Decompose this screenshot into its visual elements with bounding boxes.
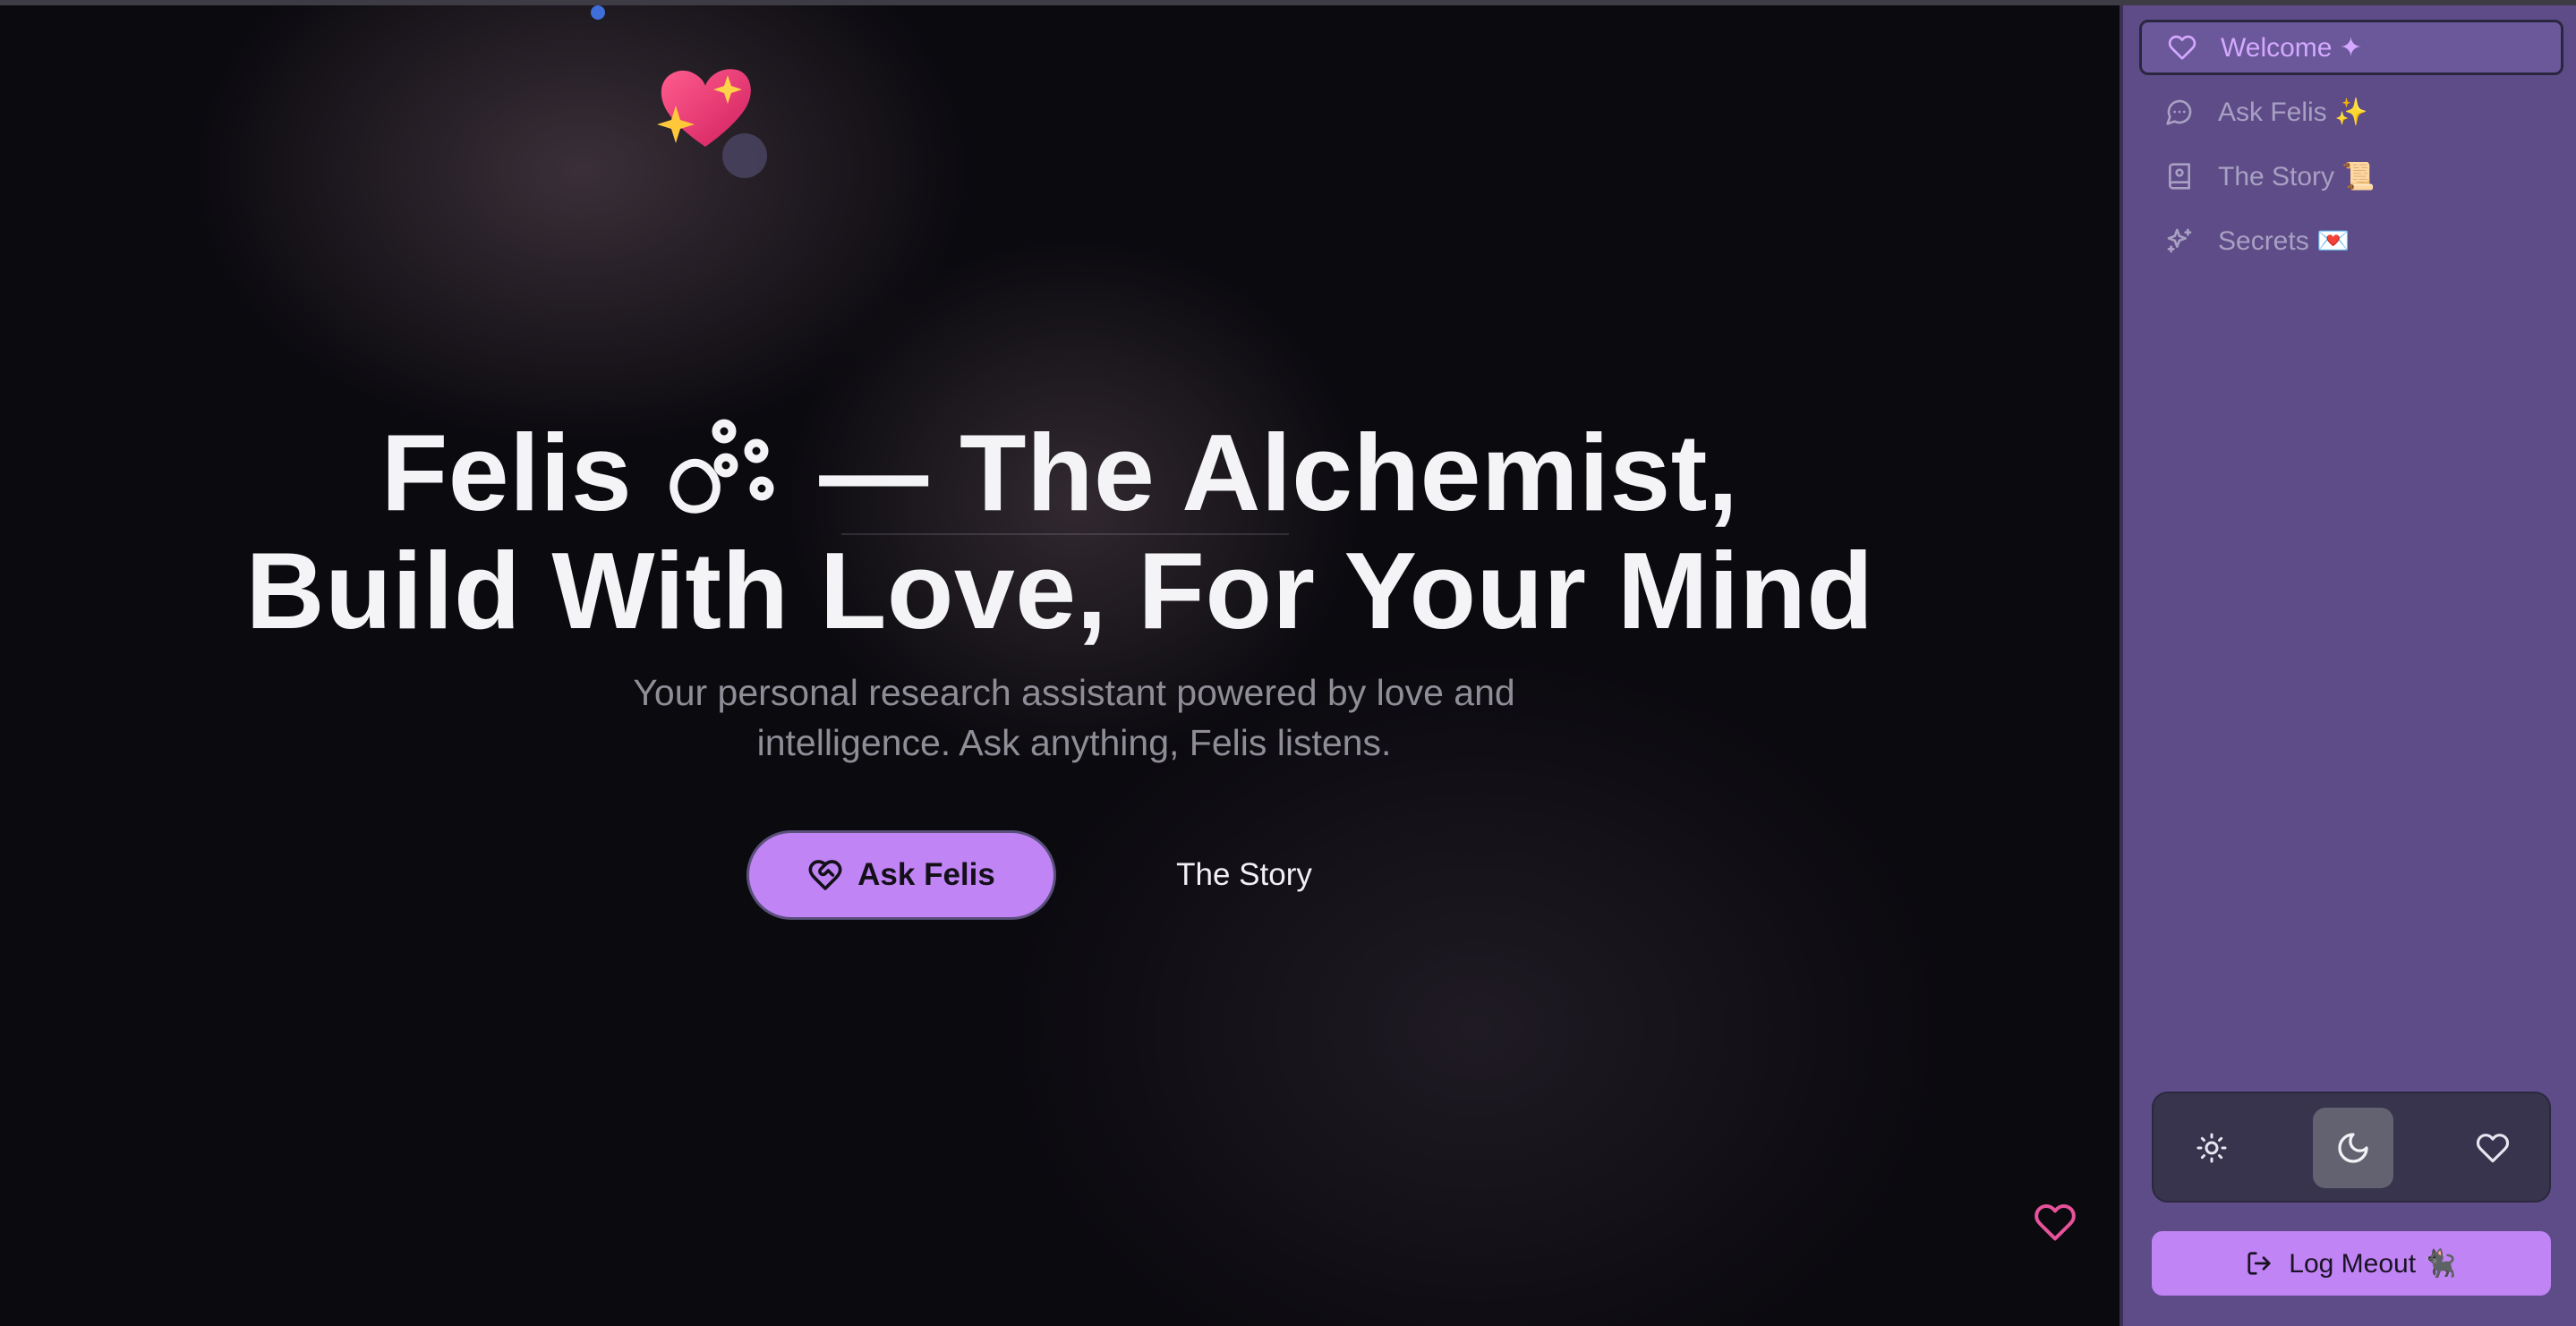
ask-felis-button-label: Ask Felis <box>857 857 995 892</box>
sidebar: Welcome ✦ Ask Felis ✨ The Story 📜 Secret… <box>2120 0 2576 1326</box>
hero-subtitle-line1: Your personal research assistant powered… <box>633 672 1515 713</box>
hero-title-word: Felis <box>380 412 633 533</box>
sidebar-item-label: Ask Felis ✨ <box>2218 97 2368 127</box>
theme-dark-button[interactable] <box>2313 1108 2393 1188</box>
hero-subtitle: Your personal research assistant powered… <box>537 667 1611 768</box>
paw-icon <box>663 415 789 523</box>
hero-title-line1: Felis — The Alchemist, <box>0 413 2120 531</box>
window-top-border <box>0 0 2576 5</box>
sparkles-icon <box>2164 225 2195 256</box>
theme-love-button[interactable] <box>2452 1108 2533 1188</box>
main-content: Felis — The Alchemist, Build With Love, … <box>0 0 2120 1326</box>
logout-button-label: Log Meout 🐈‍⬛ <box>2289 1248 2457 1279</box>
hero-title-tagline: — The Alchemist, <box>819 412 1739 533</box>
logout-button[interactable]: Log Meout 🐈‍⬛ <box>2152 1231 2551 1296</box>
decorative-orb <box>722 133 767 178</box>
hero-subtitle-line2: intelligence. Ask anything, Felis listen… <box>756 722 1392 763</box>
theme-light-button[interactable] <box>2171 1108 2252 1188</box>
sidebar-item-ask-felis[interactable]: Ask Felis ✨ <box>2139 84 2563 140</box>
book-icon <box>2164 161 2195 191</box>
hero-title-line2: Build With Love, For Your Mind <box>245 530 1874 651</box>
floating-heart-icon[interactable] <box>2034 1201 2077 1244</box>
heart-handshake-icon <box>808 860 842 890</box>
log-out-icon <box>2248 1252 2271 1275</box>
moon-icon <box>2338 1133 2368 1163</box>
sidebar-item-the-story[interactable]: The Story 📜 <box>2139 149 2563 204</box>
indicator-dot <box>591 5 605 20</box>
ask-felis-button[interactable]: Ask Felis <box>746 830 1056 920</box>
sun-icon <box>2196 1133 2227 1163</box>
theme-switcher <box>2152 1092 2551 1203</box>
sidebar-item-welcome[interactable]: Welcome ✦ <box>2139 20 2563 75</box>
sidebar-item-label: Welcome ✦ <box>2221 32 2362 63</box>
the-story-button[interactable]: The Story <box>1110 841 1378 909</box>
sidebar-item-secrets[interactable]: Secrets 💌 <box>2139 213 2563 268</box>
message-circle-icon <box>2164 97 2195 127</box>
heart-icon <box>2167 32 2197 63</box>
sidebar-item-label: Secrets 💌 <box>2218 225 2350 256</box>
heart-icon <box>2476 1134 2510 1163</box>
sidebar-item-label: The Story 📜 <box>2218 161 2376 191</box>
